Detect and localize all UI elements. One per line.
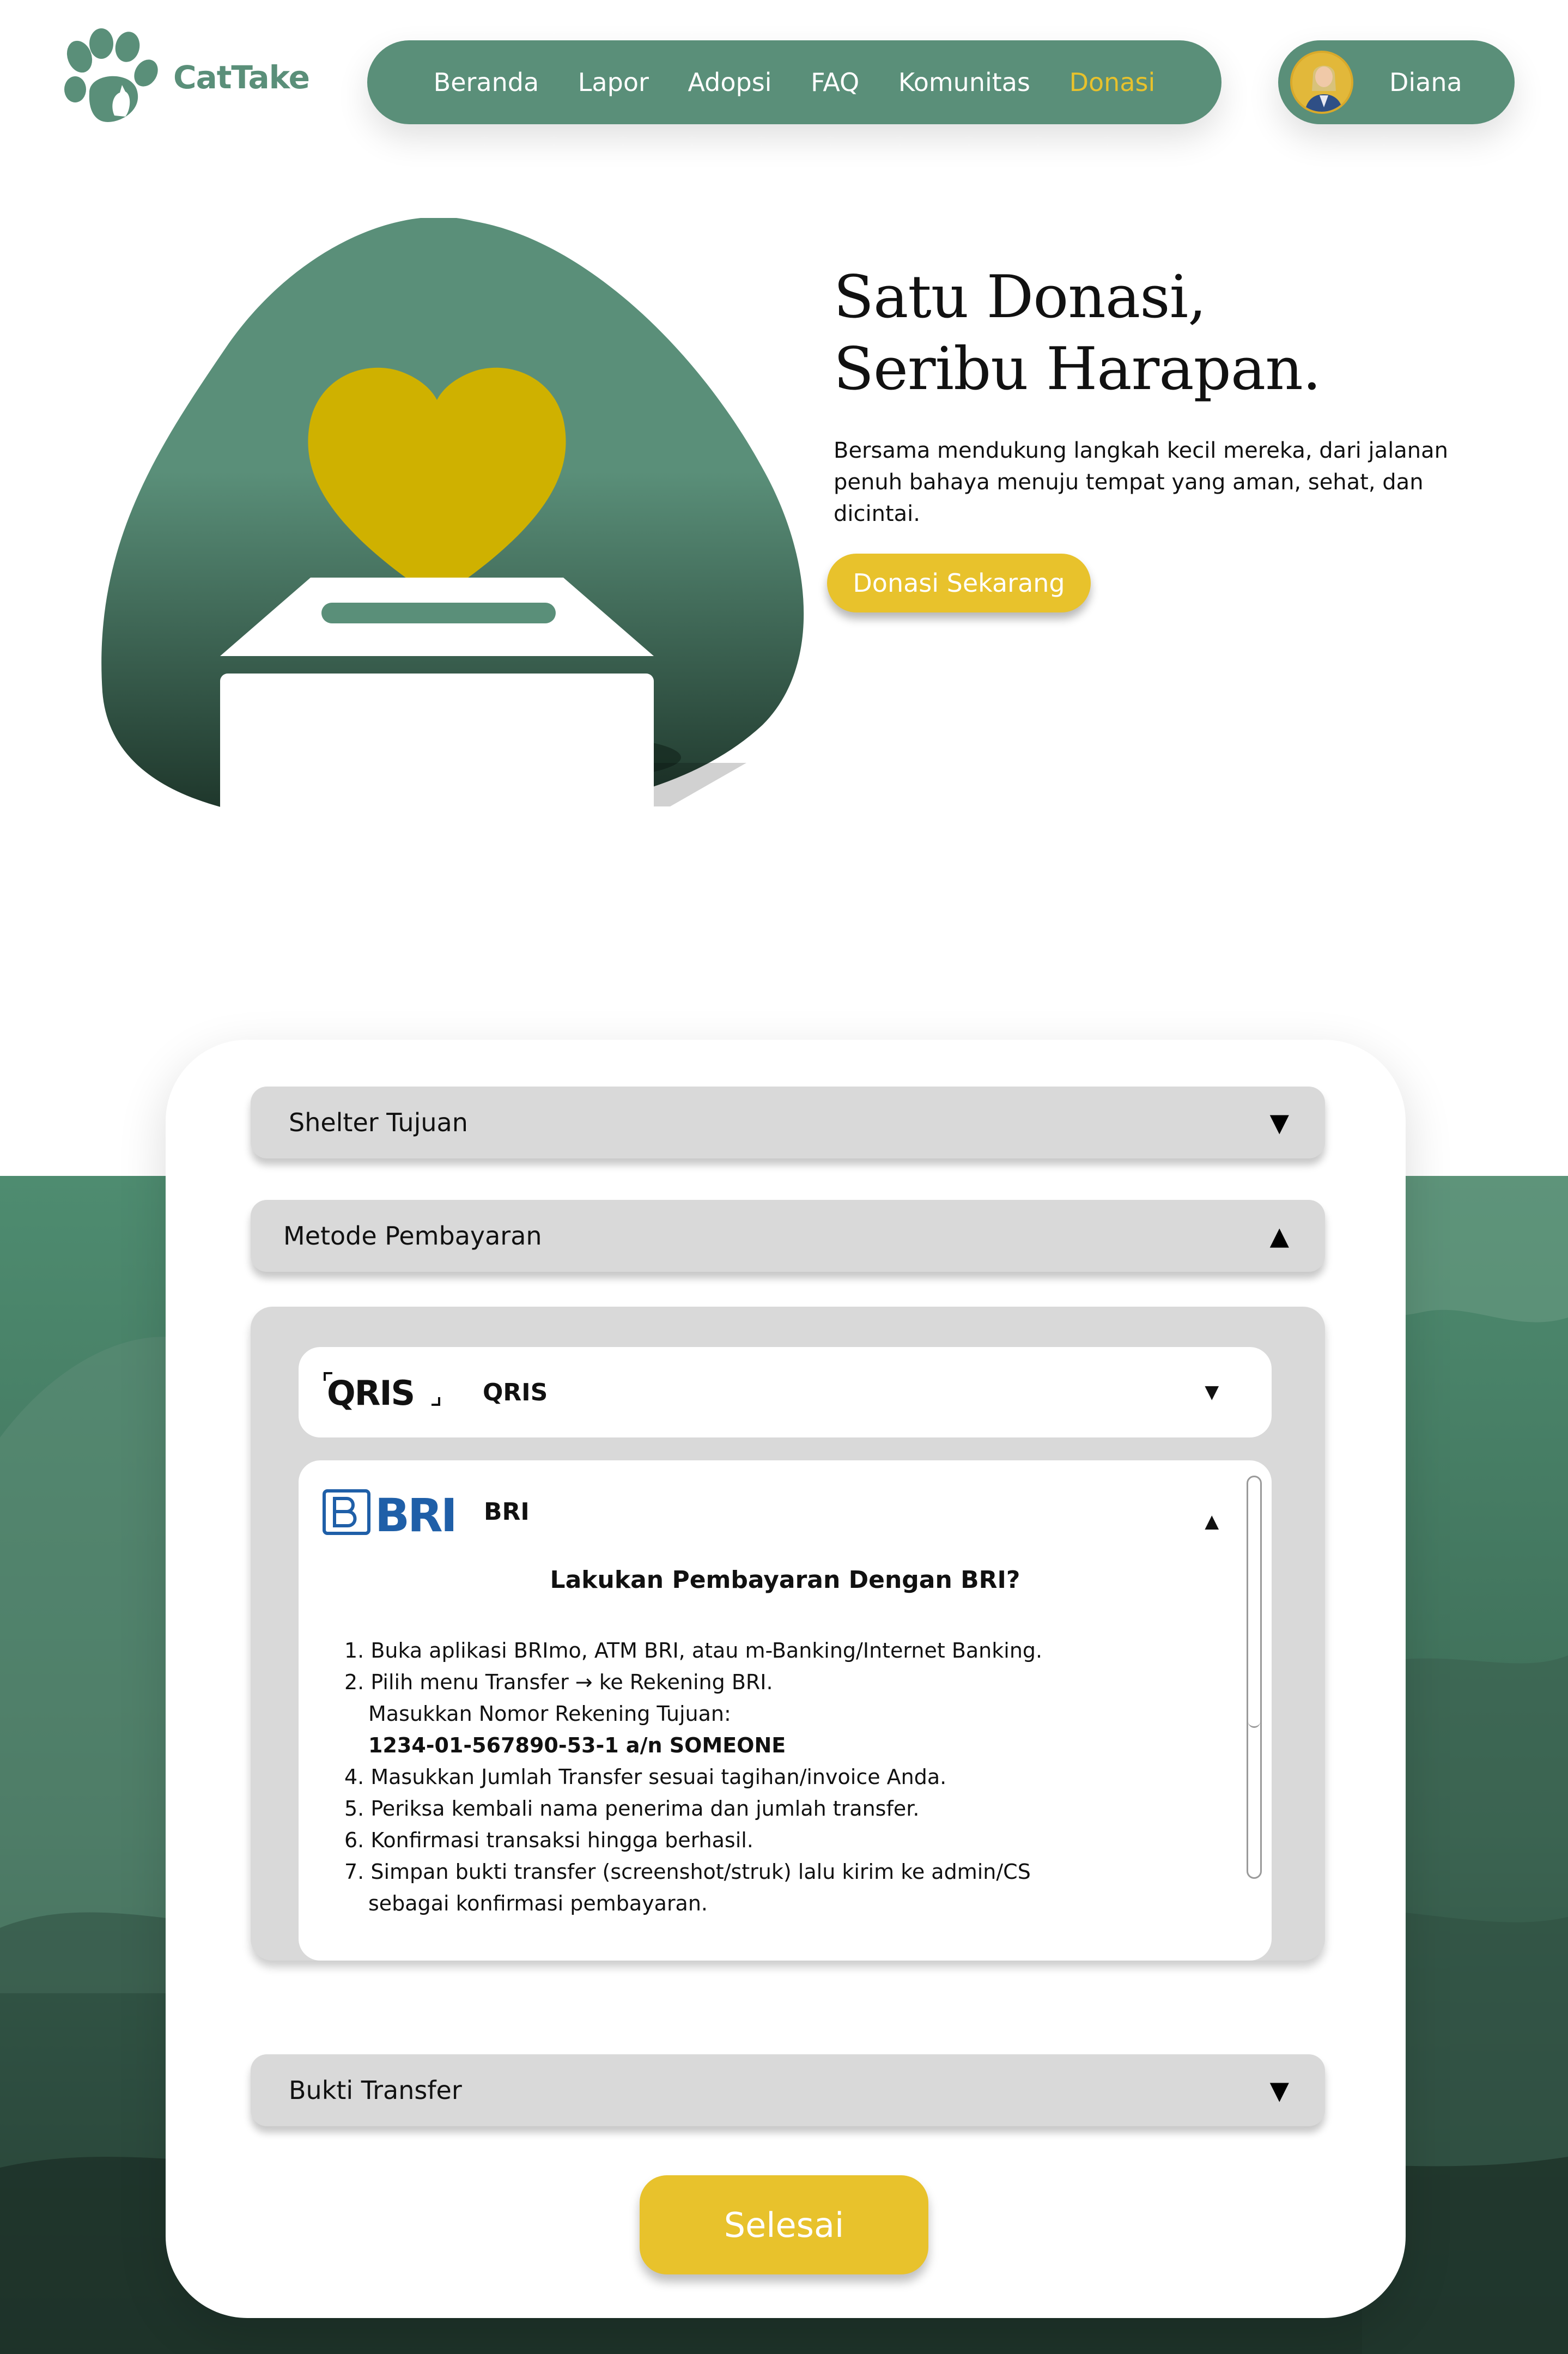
bri-header[interactable]: BRI BRI	[323, 1484, 530, 1539]
chevron-down-icon: ▼	[1269, 2076, 1289, 2105]
payment-method-label: Metode Pembayaran	[283, 1221, 542, 1251]
shelter-dropdown[interactable]: Shelter Tujuan ▼	[251, 1087, 1325, 1158]
nav-faq[interactable]: FAQ	[811, 68, 859, 97]
chevron-up-icon[interactable]: ▲	[1200, 1508, 1224, 1536]
finish-button[interactable]: Selesai	[640, 2175, 928, 2274]
main-nav: Beranda Lapor Adopsi FAQ Komunitas Donas…	[367, 40, 1221, 124]
bri-instructions-title: Lakukan Pembayaran Dengan BRI?	[550, 1566, 1020, 1594]
bri-option[interactable]: BRI BRI ▲ Lakukan Pembayaran Dengan BRI?…	[299, 1460, 1272, 1961]
nav-beranda[interactable]: Beranda	[434, 68, 539, 97]
brand-name: CatTake	[173, 59, 310, 96]
instruction-step: 4. Masukkan Jumlah Transfer sesuai tagih…	[344, 1765, 947, 1789]
bri-label: BRI	[484, 1497, 530, 1526]
transfer-proof-dropdown[interactable]: Bukti Transfer ▼	[251, 2054, 1325, 2126]
avatar	[1290, 51, 1353, 114]
svg-text:BRI: BRI	[375, 1489, 453, 1538]
instruction-step: 6. Konfirmasi transaksi hingga berhasil.	[344, 1828, 753, 1852]
hero-description: Bersama mendukung langkah kecil mereka, …	[834, 438, 1448, 526]
chevron-up-icon: ▲	[1269, 1221, 1289, 1251]
instruction-step: 5. Periksa kembali nama penerima dan jum…	[344, 1797, 920, 1821]
chevron-down-icon: ▼	[1269, 1108, 1289, 1137]
instruction-step: 1. Buka aplikasi BRImo, ATM BRI, atau m-…	[344, 1639, 1043, 1663]
nav-lapor[interactable]: Lapor	[578, 68, 649, 97]
instruction-step: 2. Pilih menu Transfer → ke Rekening BRI…	[344, 1670, 773, 1694]
user-profile-button[interactable]: Diana	[1278, 40, 1515, 124]
donate-now-button[interactable]: Donasi Sekarang	[827, 554, 1091, 612]
brand-logo[interactable]: CatTake	[57, 28, 310, 126]
instruction-step: sebagai konfirmasi pembayaran.	[368, 1891, 708, 1915]
payment-method-dropdown[interactable]: Metode Pembayaran ▲	[251, 1200, 1325, 1272]
qris-label: QRIS	[483, 1378, 548, 1406]
shelter-dropdown-label: Shelter Tujuan	[289, 1108, 468, 1137]
bri-instructions-list: 1. Buka aplikasi BRImo, ATM BRI, atau m-…	[344, 1635, 1194, 1919]
nav-adopsi[interactable]: Adopsi	[688, 68, 772, 97]
hero-title-line-1: Satu Donasi,	[834, 263, 1207, 331]
user-name: Diana	[1389, 68, 1462, 97]
account-number: 1234-01-567890-53-1 a/n SOMEONE	[368, 1733, 786, 1757]
instruction-step: 7. Simpan bukti transfer (screenshot/str…	[344, 1860, 1031, 1884]
scrollbar[interactable]	[1247, 1476, 1262, 1879]
paw-icon	[64, 28, 158, 122]
payment-method-panel: QRIS QRIS ▼ BRI BRI ▲ Lakukan Pembayaran…	[251, 1307, 1325, 1961]
hero-title: Satu Donasi, Seribu Harapan.	[834, 262, 1321, 405]
transfer-proof-label: Bukti Transfer	[289, 2076, 462, 2105]
nav-donasi[interactable]: Donasi	[1069, 68, 1156, 97]
hero-title-line-2: Seribu Harapan.	[834, 335, 1321, 403]
svg-text:QRIS: QRIS	[327, 1373, 414, 1413]
qris-option[interactable]: QRIS QRIS ▼	[299, 1347, 1272, 1437]
scrollbar-thumb[interactable]	[1248, 1477, 1260, 1728]
qris-logo: QRIS	[324, 1372, 440, 1413]
bri-logo: BRI	[323, 1489, 453, 1538]
donation-form-card: Shelter Tujuan ▼ Metode Pembayaran ▲ QRI…	[166, 1040, 1406, 2318]
nav-komunitas[interactable]: Komunitas	[898, 68, 1030, 97]
donation-box-illustration	[101, 218, 804, 863]
instruction-step: Masukkan Nomor Rekening Tujuan:	[368, 1702, 731, 1726]
chevron-down-icon[interactable]: ▼	[1200, 1379, 1224, 1406]
